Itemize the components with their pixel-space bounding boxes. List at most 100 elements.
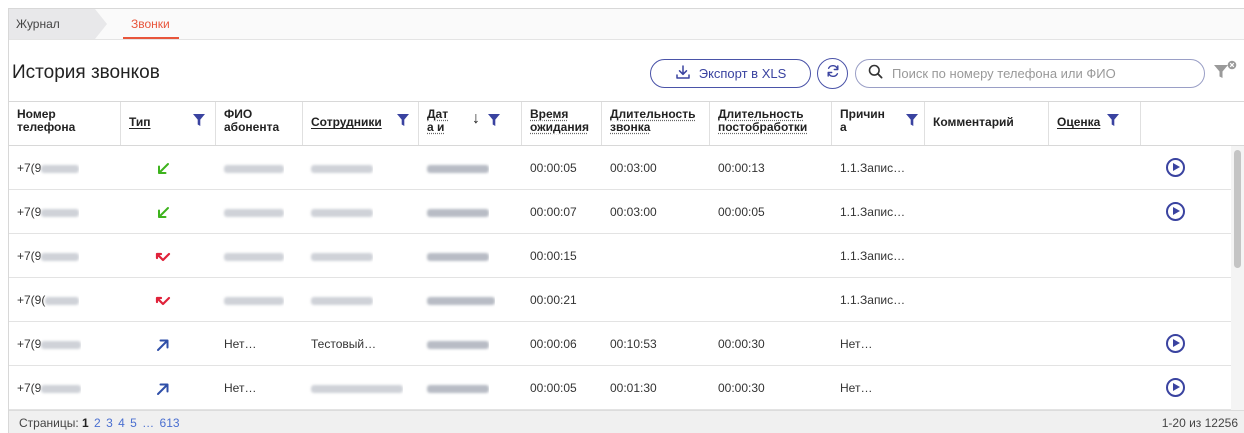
filter-icon[interactable] bbox=[906, 114, 918, 129]
employee-cell: Тестовый… bbox=[311, 337, 377, 351]
page-title: История звонков bbox=[12, 62, 160, 83]
column-label: Причин а bbox=[840, 107, 885, 134]
reason-cell: 1.1.Запис… bbox=[840, 293, 906, 307]
column-header-duration[interactable]: Длительность звонка bbox=[602, 102, 710, 145]
postprocessing-cell: 00:00:30 bbox=[718, 337, 765, 351]
column-header-actions bbox=[1141, 102, 1244, 145]
fio-cell bbox=[216, 234, 284, 278]
scrollbar-thumb[interactable] bbox=[1234, 150, 1241, 268]
filter-clear-icon bbox=[1212, 60, 1240, 88]
column-label: Номер телефона bbox=[17, 107, 76, 134]
breadcrumb-item-calls[interactable]: Звонки bbox=[131, 9, 170, 39]
pagination-ellipsis: … bbox=[142, 416, 155, 430]
breadcrumb: Журнал Звонки bbox=[9, 9, 1244, 40]
play-recording-icon[interactable] bbox=[1166, 202, 1185, 221]
filter-icon[interactable] bbox=[488, 114, 500, 129]
column-label: Тип bbox=[129, 115, 151, 129]
search-icon bbox=[868, 64, 883, 84]
table-row[interactable]: +7(9 00:00:05 00:03:00 00:00:13 1.1.Запи… bbox=[9, 146, 1231, 190]
column-label: Комментарий bbox=[933, 115, 1014, 129]
reason-cell: 1.1.Запис… bbox=[840, 161, 906, 175]
column-header-phone[interactable]: Номер телефона bbox=[9, 102, 121, 145]
date-cell bbox=[419, 190, 489, 234]
column-header-postprocessing[interactable]: Длительность постобработки bbox=[710, 102, 832, 145]
redacted-text bbox=[427, 164, 489, 173]
pagination-page-link[interactable]: 5 bbox=[130, 416, 137, 430]
pagination-label: Страницы: bbox=[19, 416, 79, 430]
download-icon bbox=[675, 64, 691, 83]
reason-cell: 1.1.Запис… bbox=[840, 249, 906, 263]
wait-cell: 00:00:07 bbox=[530, 205, 577, 219]
wait-cell: 00:00:06 bbox=[530, 337, 577, 351]
vertical-scrollbar[interactable] bbox=[1231, 146, 1244, 410]
employee-cell bbox=[303, 146, 373, 190]
export-xls-button[interactable]: Экспорт в XLS bbox=[650, 59, 811, 88]
search-box bbox=[855, 59, 1205, 88]
filter-icon[interactable] bbox=[397, 114, 409, 129]
date-cell bbox=[419, 278, 495, 322]
column-label: Оценка bbox=[1057, 115, 1101, 129]
table-row[interactable]: +7(9 Нет… Тестовый… 00:00:06 00:10:53 00… bbox=[9, 322, 1231, 366]
wait-cell: 00:00:05 bbox=[530, 161, 577, 175]
pagination-page-link[interactable]: 613 bbox=[160, 416, 180, 430]
redacted-text bbox=[224, 252, 284, 261]
table-row[interactable]: +7(9( 00:00:21 1.1.Запис… bbox=[9, 278, 1231, 322]
fio-cell: Нет… bbox=[224, 337, 257, 351]
pagination-page-link[interactable]: 4 bbox=[118, 416, 125, 430]
play-recording-icon[interactable] bbox=[1166, 158, 1185, 177]
wait-cell: 00:00:15 bbox=[530, 249, 577, 263]
filter-icon[interactable] bbox=[193, 114, 205, 129]
filter-icon[interactable] bbox=[1107, 114, 1119, 129]
reason-cell: 1.1.Запис… bbox=[840, 205, 906, 219]
date-cell bbox=[419, 322, 489, 366]
redacted-text bbox=[427, 208, 489, 217]
search-input[interactable] bbox=[892, 66, 1192, 81]
phone-cell: +7(9 bbox=[9, 146, 80, 190]
incoming-call-icon bbox=[147, 190, 171, 234]
refresh-icon bbox=[825, 63, 841, 84]
redacted-text bbox=[224, 164, 284, 173]
column-header-rating[interactable]: Оценка bbox=[1049, 102, 1141, 145]
column-header-fio[interactable]: ФИО абонента bbox=[216, 102, 303, 145]
date-cell bbox=[419, 366, 489, 410]
play-recording-icon[interactable] bbox=[1166, 378, 1185, 397]
date-cell bbox=[419, 234, 489, 278]
postprocessing-cell: 00:00:30 bbox=[718, 381, 765, 395]
column-header-employees[interactable]: Сотрудники bbox=[303, 102, 419, 145]
column-header-date[interactable]: Дат а и ↓ bbox=[419, 102, 522, 145]
breadcrumb-item-journal[interactable]: Журнал bbox=[9, 9, 95, 39]
incoming-call-icon bbox=[147, 146, 171, 190]
column-header-comment[interactable]: Комментарий bbox=[925, 102, 1049, 145]
fio-cell: Нет… bbox=[224, 381, 257, 395]
breadcrumb-active-indicator bbox=[123, 37, 179, 39]
redacted-text bbox=[427, 384, 489, 393]
pagination-page-link[interactable]: 3 bbox=[106, 416, 113, 430]
column-header-type[interactable]: Тип bbox=[121, 102, 216, 145]
fio-cell bbox=[216, 278, 284, 322]
redacted-text bbox=[224, 208, 284, 217]
employee-cell bbox=[303, 278, 373, 322]
table-body: +7(9 00:00:05 00:03:00 00:00:13 1.1.Запи… bbox=[9, 146, 1244, 410]
postprocessing-cell: 00:00:13 bbox=[718, 161, 765, 175]
clear-filters-button[interactable] bbox=[1212, 60, 1240, 84]
redacted-text bbox=[427, 340, 489, 349]
redacted-text bbox=[224, 296, 284, 305]
breadcrumb-separator bbox=[95, 9, 107, 39]
export-xls-label: Экспорт в XLS bbox=[698, 66, 787, 81]
calls-table: Номер телефона Тип ФИО абонента Сотрудни… bbox=[9, 101, 1244, 433]
column-header-wait[interactable]: Время ожидания bbox=[522, 102, 602, 145]
pagination-page-link[interactable]: 2 bbox=[94, 416, 101, 430]
table-row[interactable]: +7(9 00:00:07 00:03:00 00:00:05 1.1.Запи… bbox=[9, 190, 1231, 234]
missed-call-icon bbox=[147, 278, 171, 322]
phone-cell: +7(9 bbox=[9, 322, 82, 366]
play-recording-icon[interactable] bbox=[1166, 334, 1185, 353]
table-row[interactable]: +7(9 Нет… 00:00:05 00:01:30 00:00:30 Нет… bbox=[9, 366, 1231, 410]
sort-desc-icon[interactable]: ↓ bbox=[472, 111, 480, 127]
refresh-button[interactable] bbox=[817, 58, 848, 89]
redacted-text bbox=[311, 164, 373, 173]
redacted-text bbox=[311, 252, 373, 261]
reason-cell: Нет… bbox=[840, 381, 873, 395]
table-row[interactable]: +7(9 00:00:15 1.1.Запис… bbox=[9, 234, 1231, 278]
column-header-reason[interactable]: Причин а bbox=[832, 102, 925, 145]
fio-cell bbox=[216, 146, 284, 190]
